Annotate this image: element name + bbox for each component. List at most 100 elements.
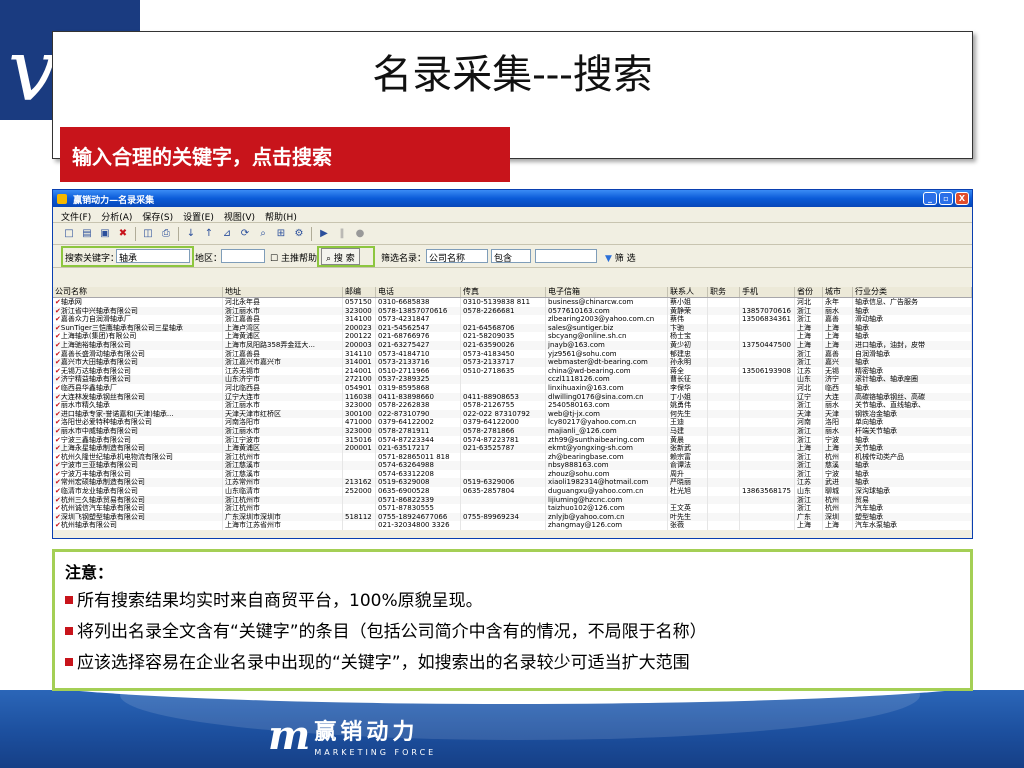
export-icon[interactable]: ⊞ (275, 228, 287, 240)
play-icon[interactable]: ▶ (318, 228, 330, 240)
table-cell: 河北 (795, 298, 823, 307)
window-titlebar[interactable]: 赢销动力—名录采集 _ ▫ X (53, 190, 972, 207)
refresh-icon[interactable]: ⟳ (239, 228, 251, 240)
table-row[interactable]: ✔宁波市三亚轴承有限公司 浙江慈溪市 0574-63264988 nbsy888163… (53, 461, 972, 470)
menu-settings[interactable]: 设置(E) (183, 210, 214, 223)
save-icon[interactable]: ▣ (99, 228, 111, 240)
table-cell (708, 487, 740, 496)
table-cell (740, 504, 795, 513)
table-cell: 浙江嘉兴市嘉兴市 (223, 358, 343, 367)
column-header[interactable]: 城市 (823, 287, 853, 297)
column-header[interactable]: 电话 (376, 287, 461, 297)
filter-button[interactable]: ▼ 筛 选 (605, 251, 636, 264)
company-name: 上海永星轴承制造有限公司 (60, 444, 145, 453)
sort-asc-icon[interactable]: ↓ (185, 228, 197, 240)
table-row[interactable]: ✔丽水市中威轴承有限公司 浙江丽水市 323000 0578-2781911 0578-… (53, 426, 972, 436)
table-row[interactable]: ✔嘉兴市大田轴承有限公司 浙江嘉兴市嘉兴市 314001 0573-2133716 05… (53, 358, 972, 367)
table-cell: 关节轴承、直线轴承、 (853, 401, 972, 410)
menu-help[interactable]: 帮助(H) (265, 210, 297, 223)
table-row[interactable]: ✔轴承网 河北永年县 057150 0310-6685838 0310-5139838 … (53, 298, 972, 307)
maximize-button[interactable]: ▫ (939, 192, 953, 205)
column-header[interactable]: 省份 (795, 287, 823, 297)
close-button[interactable]: X (955, 192, 969, 205)
filter-op-select[interactable]: 包含 (491, 249, 531, 264)
minimize-button[interactable]: _ (923, 192, 937, 205)
region-select[interactable] (221, 249, 265, 263)
table-cell: webmaster@dt-bearing.com (546, 358, 668, 367)
pause-icon[interactable]: ‖ (336, 228, 348, 240)
table-cell (740, 478, 795, 488)
filter-value-input[interactable] (535, 249, 597, 263)
new-file-icon[interactable]: □ (63, 228, 75, 240)
table-cell: 李保华 (668, 383, 708, 393)
column-header[interactable]: 地址 (223, 287, 343, 297)
table-cell (740, 426, 795, 436)
settings-icon[interactable]: ⚙ (293, 228, 305, 240)
table-cell: ✔嘉善众力自润滑轴承厂 (53, 315, 223, 324)
table-cell (740, 444, 795, 453)
stop-icon[interactable]: ● (354, 228, 366, 240)
table-row[interactable]: ✔上海驰裕轴承有限公司 上海市凤阳路358弄金廷大... 200003 021-632… (53, 340, 972, 350)
table-row[interactable]: ✔无锡万达轴承有限公司 江苏无锡市 214001 0510-2711966 0510-2… (53, 366, 972, 376)
filter-icon[interactable]: ⊿ (221, 228, 233, 240)
table-row[interactable]: ✔上海永星轴承制造有限公司 上海黄浦区 200001 021-63517217 021-… (53, 444, 972, 453)
menu-analyze[interactable]: 分析(A) (101, 210, 132, 223)
table-cell: 轴承 (853, 332, 972, 341)
column-header[interactable]: 电子信箱 (546, 287, 668, 297)
column-header[interactable]: 邮编 (343, 287, 376, 297)
table-cell: 蒋全 (668, 366, 708, 376)
keyword-input[interactable]: 轴承 (116, 249, 190, 264)
open-folder-icon[interactable]: ▤ (81, 228, 93, 240)
filter-field-select[interactable]: 公司名称 (426, 249, 488, 264)
table-row[interactable]: ✔临西县华鑫轴承厂 河北临西县 054901 0319-8595868 linxihua… (53, 383, 972, 393)
table-row[interactable]: ✔洛阳世必爱特种轴承有限公司 河南洛阳市 471000 0379-64122002 03… (53, 418, 972, 427)
company-name: 宁波三鑫轴承有限公司 (60, 435, 131, 444)
menu-save[interactable]: 保存(S) (142, 210, 173, 223)
column-header[interactable]: 手机 (740, 287, 795, 297)
notice-box: 注意： 所有搜索结果均实时来自商贸平台，100%原貌呈现。 将列出名录全文含有“… (52, 549, 973, 691)
delete-icon[interactable]: ✖ (117, 228, 129, 240)
table-row[interactable]: ✔济宁精益轴承有限公司 山东济宁市 272100 0537-2389325 cczl11… (53, 375, 972, 384)
column-header[interactable]: 行业分类 (853, 287, 972, 297)
table-row[interactable]: ✔进口轴承专家-誉诺嘉和(天津)轴承... 天津天津市红桥区 300100 022-8… (53, 409, 972, 419)
table-row[interactable]: ✔宁波三鑫轴承有限公司 浙江宁波市 315016 0574-87223344 0574-… (53, 435, 972, 445)
table-cell: 郁建忠 (668, 349, 708, 359)
table-row[interactable]: ✔嘉善长盛滑动轴承有限公司 浙江嘉善县 314110 0573-4184710 0573… (53, 349, 972, 359)
table-row[interactable]: ✔嘉善众力自润滑轴承厂 浙江嘉善县 314100 0573-4231847 zlbear… (53, 315, 972, 324)
table-cell: 200003 (343, 340, 376, 350)
table-row[interactable]: ✔杭州诚信汽车轴承有限公司 浙江杭州市 0571-87830555 taizhuo10… (53, 504, 972, 513)
column-header[interactable]: 职务 (708, 287, 740, 297)
table-cell (343, 461, 376, 470)
find-icon[interactable]: ⌕ (257, 228, 269, 240)
table-row[interactable]: ✔浙江省中兴轴承有限公司 浙江丽水市 323000 0578-13857070616 0… (53, 306, 972, 316)
table-cell: 浙江 (795, 315, 823, 324)
table-row[interactable]: ✔SunTiger三恺鹰轴承有限公司三星轴承 上海卢湾区 200023 021-545… (53, 323, 972, 333)
preview-icon[interactable]: ◫ (142, 228, 154, 240)
search-button[interactable]: ⌕ 搜 索 (321, 248, 360, 265)
table-row[interactable]: ✔深圳飞钢塑型轴承有限公司 广东深圳市深圳市 518112 0755-18924677… (53, 512, 972, 522)
table-row[interactable]: ✔常州宏硕轴承制造有限公司 江苏常州市 213162 0519-6329008 0519… (53, 478, 972, 488)
table-cell (708, 401, 740, 410)
table-row[interactable]: ✔大连林发轴承钢丝有限公司 辽宁大连市 116038 0411-83898660 041… (53, 392, 972, 402)
column-header[interactable]: 联系人 (668, 287, 708, 297)
table-cell: 深圳 (823, 512, 853, 522)
table-row[interactable]: ✔临清市龙业轴承有限公司 山东临清市 252000 0635-6900528 0635-… (53, 487, 972, 496)
print-icon[interactable]: ⎙ (160, 228, 172, 240)
table-cell: 上海卢湾区 (223, 323, 343, 333)
table-cell: 汽车轴承 (853, 504, 972, 513)
results-table: 公司名称 地址 邮编 电话 传真 电子信箱 联系人 职务 手机 省份 城市 行业… (53, 287, 972, 531)
table-row[interactable]: ✔杭州久隆世纪轴承机电物流有限公司 浙江杭州市 0571-82865011 818 z… (53, 452, 972, 462)
table-row[interactable]: ✔杭州轴承有限公司 上海市江苏省州市 021-32034800 3326 zhangm… (53, 521, 972, 531)
column-header[interactable]: 公司名称 (53, 287, 223, 297)
menu-view[interactable]: 视图(V) (224, 210, 255, 223)
table-row[interactable]: ✔宁波万丰轴承有限公司 浙江慈溪市 0574-63312208 zhouz@sohu.… (53, 469, 972, 479)
table-cell: 山东临清市 (223, 487, 343, 496)
table-row[interactable]: ✔杭州三久轴承贸易有限公司 浙江杭州市 0571-86822339 lijiuming… (53, 495, 972, 505)
sort-desc-icon[interactable]: ↑ (203, 228, 215, 240)
table-row[interactable]: ✔丽水市精久轴承 浙江丽水市 323000 0578-2262838 0578-2126… (53, 401, 972, 410)
menu-file[interactable]: 文件(F) (61, 210, 91, 223)
table-cell: 0510-2718635 (461, 366, 546, 376)
table-row[interactable]: ✔上海轴承(集团)有限公司 上海黄浦区 200122 021-68766976 021-… (53, 332, 972, 341)
main-only-checkbox[interactable]: ☐ 主推帮助 (270, 251, 317, 264)
column-header[interactable]: 传真 (461, 287, 546, 297)
